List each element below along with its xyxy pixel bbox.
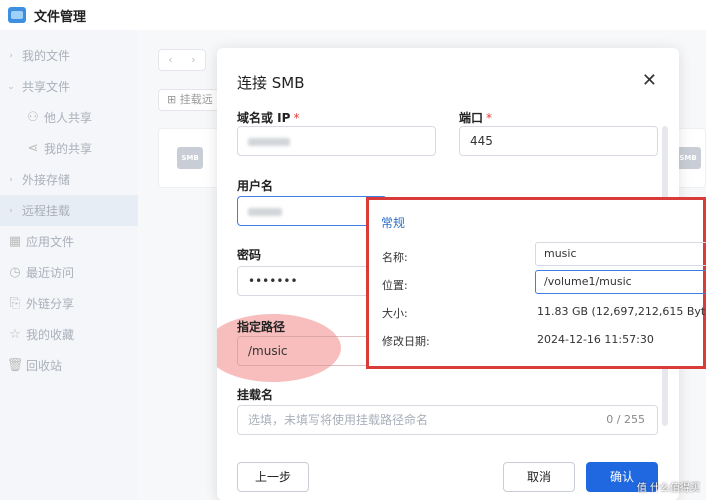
sidebar-item-remote-mount[interactable]: › 远程挂载	[0, 195, 138, 226]
sidebar-item-label: 远程挂载	[22, 204, 71, 218]
sidebar-item-app-files[interactable]: ▦ 应用文件	[0, 226, 138, 257]
size-label: 大小:	[382, 307, 408, 320]
sidebar-item-shared-by-others[interactable]: ⚇ 他人共享	[0, 102, 138, 133]
chevron-down-icon: ⌄	[7, 81, 15, 92]
sidebar-item-label: 回收站	[26, 359, 63, 373]
modified-date-value: 2024-12-16 11:57:30	[537, 333, 654, 346]
name-label: 名称:	[382, 251, 408, 264]
sidebar-item-my-files[interactable]: › 我的文件	[0, 40, 138, 71]
site-watermark: 值 什么值得买	[636, 483, 700, 494]
password-input[interactable]: •••••••	[237, 266, 387, 296]
dialog-title: 连接 SMB	[237, 74, 305, 92]
sidebar-item-label: 他人共享	[44, 111, 93, 125]
title-bar: 文件管理	[0, 0, 706, 30]
path-input[interactable]: /music	[237, 336, 387, 366]
back-button[interactable]: 上一步	[237, 462, 309, 492]
sidebar-item-label: 应用文件	[26, 235, 75, 249]
clock-icon: ◷	[9, 265, 21, 280]
port-input[interactable]: 445	[459, 126, 658, 156]
size-value: 11.83 GB (12,697,212,615 Byte	[537, 305, 706, 318]
folder-properties-panel: 常规 名称: music 位置: /volume1/music 大小: 11.8…	[366, 197, 706, 369]
sidebar-item-label: 我的收藏	[26, 328, 75, 342]
link-icon: ⎘	[9, 296, 21, 311]
close-icon[interactable]: ✕	[642, 70, 657, 91]
sidebar-item-favorites[interactable]: ☆ 我的收藏	[0, 319, 138, 350]
location-field[interactable]: /volume1/music	[535, 270, 706, 294]
back-arrow-icon[interactable]: ‹	[159, 50, 182, 70]
file-manager-app-icon	[8, 7, 26, 23]
sidebar-item-recycle-bin[interactable]: 🗑 回收站	[0, 350, 138, 381]
history-nav: ‹ ›	[158, 49, 206, 71]
general-tab-title: 常规	[381, 216, 406, 230]
plus-box-icon: ⊞	[167, 93, 180, 106]
port-label: 端口 *	[459, 111, 493, 125]
trash-icon: 🗑	[6, 358, 24, 373]
sidebar-item-label: 最近访问	[26, 266, 75, 280]
grid-icon: ▦	[8, 234, 22, 249]
modified-date-label: 修改日期:	[382, 335, 430, 348]
mount-name-input[interactable]: 选填，未填写将使用挂载路径命名 0 / 255	[237, 405, 658, 435]
host-label: 域名或 IP *	[237, 111, 300, 125]
sidebar-item-recent[interactable]: ◷ 最近访问	[0, 257, 138, 288]
sidebar-item-label: 外链分享	[26, 297, 75, 311]
location-label: 位置:	[382, 279, 408, 292]
sidebar-item-my-shares[interactable]: ⋖ 我的共享	[0, 133, 138, 164]
mount-name-placeholder: 选填，未填写将使用挂载路径命名	[248, 413, 429, 427]
redacted-username-value	[248, 207, 282, 216]
chevron-right-icon: ›	[9, 205, 13, 216]
path-label: 指定路径	[237, 320, 286, 334]
name-field[interactable]: music	[535, 242, 706, 266]
star-icon: ☆	[9, 327, 21, 342]
smb-tile-icon: SMB	[177, 147, 203, 169]
sidebar-item-link-share[interactable]: ⎘ 外链分享	[0, 288, 138, 319]
username-input[interactable]	[237, 196, 387, 226]
char-counter: 0 / 255	[606, 413, 645, 426]
sidebar-item-label: 外接存储	[22, 173, 71, 187]
sidebar-item-label: 共享文件	[22, 80, 71, 94]
sidebar-item-label: 我的共享	[44, 142, 93, 156]
chevron-right-icon: ›	[9, 50, 13, 61]
username-label: 用户名	[237, 179, 274, 193]
forward-arrow-icon[interactable]: ›	[182, 50, 205, 70]
users-icon: ⚇	[27, 110, 39, 125]
host-input[interactable]	[237, 126, 436, 156]
sidebar-item-label: 我的文件	[22, 49, 71, 63]
mount-name-label: 挂载名	[237, 388, 274, 402]
chevron-right-icon: ›	[9, 174, 13, 185]
sidebar-item-shared-files[interactable]: ⌄ 共享文件	[0, 71, 138, 102]
redacted-host-value	[248, 137, 290, 146]
password-label: 密码	[237, 248, 262, 262]
app-title: 文件管理	[34, 9, 87, 25]
sidebar: › 我的文件 ⌄ 共享文件 ⚇ 他人共享 ⋖ 我的共享 › 外接存储 › 远程挂…	[0, 30, 138, 500]
sidebar-item-external-storage[interactable]: › 外接存储	[0, 164, 138, 195]
share-icon: ⋖	[27, 141, 39, 156]
cancel-button[interactable]: 取消	[503, 462, 575, 492]
